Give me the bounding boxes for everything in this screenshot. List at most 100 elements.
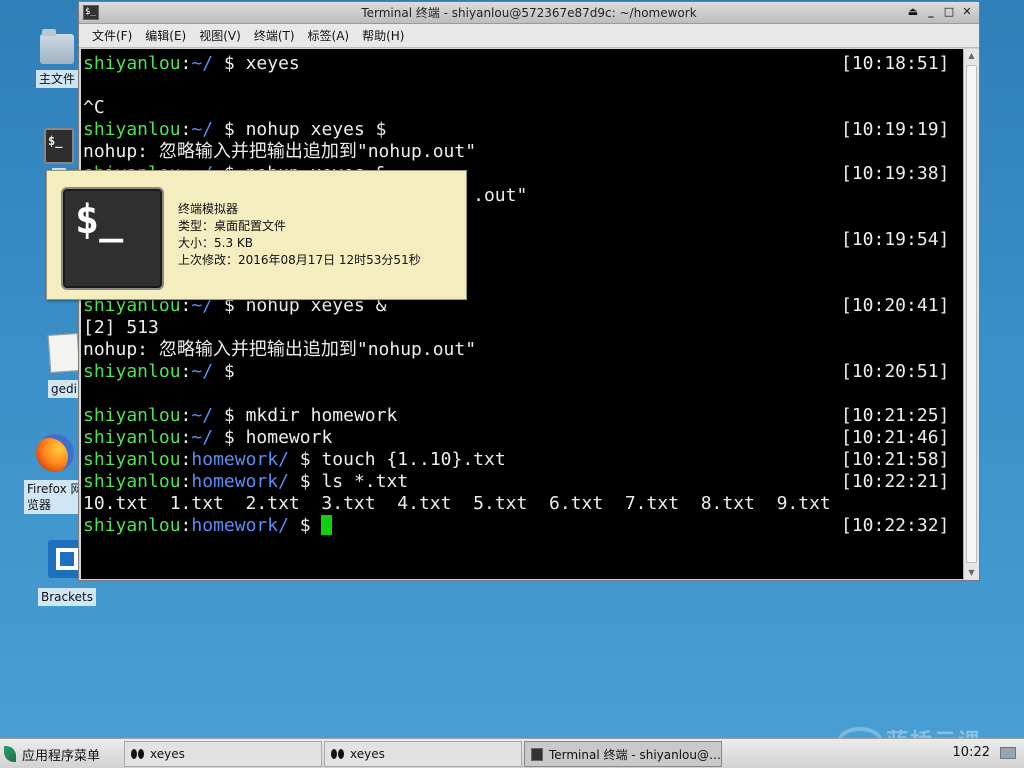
prompt-user: shiyanlou	[83, 361, 181, 382]
prompt-path: homework/	[191, 471, 289, 492]
prompt-path: ~/	[191, 53, 214, 74]
command-text: $	[288, 515, 322, 536]
timestamp: [10:21:58]	[841, 449, 950, 470]
terminal-line: ^C	[83, 97, 105, 119]
window-title: Terminal 终端 - shiyanlou@572367e87d9c: ~/…	[361, 6, 697, 20]
minimize-button[interactable]: _	[923, 4, 939, 20]
scrollbar[interactable]: ▲ ▼	[963, 49, 979, 580]
terminal-line: shiyanlou:~/ $ xeyes [10:18:51]	[83, 53, 949, 75]
prompt-separator: :	[180, 405, 192, 426]
close-button[interactable]: ✕	[959, 4, 975, 20]
prompt-user: shiyanlou	[83, 515, 181, 536]
text-cursor	[321, 515, 333, 535]
desktop-icon-gedit[interactable]: gedi	[47, 332, 81, 398]
taskbar-item-label: xeyes	[150, 747, 185, 761]
command-text: $ homework	[213, 427, 333, 448]
prompt-separator: :	[180, 471, 192, 492]
prompt-user: shiyanlou	[83, 427, 181, 448]
desktop-icon-firefox[interactable]: Firefox 网 览器	[24, 434, 86, 514]
menu-edit[interactable]: 编辑(E)	[140, 27, 194, 44]
gedit-icon	[47, 332, 81, 374]
output-text: [2] 513	[83, 317, 159, 338]
command-text: $	[213, 361, 235, 382]
desktop-icon-label: 主文件	[36, 70, 79, 88]
prompt-user: shiyanlou	[83, 449, 181, 470]
tooltip-name: 终端模拟器	[178, 202, 239, 216]
eyes-icon	[331, 749, 344, 759]
menu-tabs[interactable]: 标签(A)	[303, 27, 358, 44]
menu-help[interactable]: 帮助(H)	[357, 27, 412, 44]
terminal-large-icon: $_	[61, 187, 164, 290]
timestamp: [10:19:19]	[841, 119, 950, 140]
prompt-separator: :	[180, 515, 192, 536]
prompt-separator: :	[180, 427, 192, 448]
command-text: $ nohup xeyes $	[213, 119, 387, 140]
terminal-line: shiyanlou:~/ $ nohup xeyes $ [10:19:19]	[83, 119, 949, 141]
timestamp: [10:20:41]	[841, 295, 950, 316]
home-folder-icon	[40, 29, 74, 64]
output-text: 10.txt 1.txt 2.txt 3.txt 4.txt 5.txt 6.t…	[83, 493, 831, 514]
timestamp: [10:22:21]	[841, 471, 950, 492]
tooltip-modified: 上次修改：2016年08月17日 12时53分51秒	[178, 253, 421, 267]
command-text: $ xeyes	[213, 53, 300, 74]
scroll-thumb[interactable]	[966, 65, 977, 563]
file-info-tooltip: $_ 终端模拟器 类型：桌面配置文件 大小：5.3 KB 上次修改：2016年0…	[46, 170, 467, 300]
taskbar-item-terminal[interactable]: Terminal 终端 - shiyanlou@…	[524, 741, 722, 767]
app-menu-button[interactable]: 应用程序菜单	[4, 742, 100, 766]
prompt-user: shiyanlou	[83, 405, 181, 426]
prompt-user: shiyanlou	[83, 53, 181, 74]
timestamp: [10:18:51]	[841, 53, 950, 74]
taskbar-item-xeyes[interactable]: xeyes	[124, 741, 322, 767]
window-titlebar[interactable]: $_ Terminal 终端 - shiyanlou@572367e87d9c:…	[79, 2, 979, 24]
maximize-button[interactable]: □	[941, 4, 957, 20]
menu-view[interactable]: 视图(V)	[194, 27, 249, 44]
timestamp: [10:21:25]	[841, 405, 950, 426]
prompt-path: ~/	[191, 119, 214, 140]
output-text: nohup: 忽略输入并把输出追加到"nohup.out"	[83, 141, 477, 162]
prompt-user: shiyanlou	[83, 119, 181, 140]
prompt-user: shiyanlou	[83, 471, 181, 492]
prompt-separator: :	[180, 361, 192, 382]
terminal-line: nohup: 忽略输入并把输出追加到"nohup.out"	[83, 339, 476, 361]
command-text: $ touch {1..10}.txt	[288, 449, 506, 470]
app-menu-icon	[4, 746, 16, 762]
terminal-line: [2] 513	[83, 317, 159, 339]
scroll-down-arrow-icon[interactable]: ▼	[964, 566, 979, 580]
shade-button[interactable]: ⏏	[905, 4, 921, 20]
prompt-separator: :	[180, 53, 192, 74]
terminal-line: nohup: 忽略输入并把输出追加到"nohup.out"	[83, 141, 476, 163]
desktop-icon-label: Firefox 网 览器	[24, 480, 86, 514]
prompt-path: ~/	[191, 361, 214, 382]
timestamp: [10:21:46]	[841, 427, 950, 448]
tray-icon[interactable]	[1000, 747, 1016, 759]
taskbar: 应用程序菜单 xeyes xeyes Terminal 终端 - shiyanl…	[0, 738, 1024, 768]
clock[interactable]: 10:22	[953, 745, 990, 760]
prompt-path: ~/	[191, 427, 214, 448]
desktop-icon-label: gedi	[48, 380, 80, 398]
terminal-output[interactable]: shiyanlou:~/ $ xeyes [10:18:51] ^C shiyanlo…	[81, 49, 963, 579]
terminal-line: shiyanlou:~/ $ [10:20:51]	[83, 361, 949, 383]
terminal-app-icon[interactable]: $_	[83, 5, 99, 20]
prompt-separator: :	[180, 449, 192, 470]
taskbar-item-label: Terminal 终端 - shiyanlou@…	[548, 747, 721, 762]
terminal-line: shiyanlou:homework/ $ touch {1..10}.txt […	[83, 449, 949, 471]
prompt-path: homework/	[191, 515, 289, 536]
taskbar-item-xeyes[interactable]: xeyes	[324, 741, 522, 767]
eyes-icon	[131, 749, 144, 759]
firefox-icon	[35, 434, 74, 472]
timestamp: [10:19:54]	[841, 229, 950, 250]
prompt-path: ~/	[191, 405, 214, 426]
terminal-line: shiyanlou:~/ $ mkdir homework [10:21:25]	[83, 405, 949, 427]
terminal-line: shiyanlou:~/ $ homework [10:21:46]	[83, 427, 949, 449]
scroll-up-arrow-icon[interactable]: ▲	[964, 49, 979, 63]
command-text: $ ls *.txt	[288, 471, 409, 492]
prompt-separator: :	[180, 119, 192, 140]
terminal-line: shiyanlou:homework/ $ ls *.txt [10:22:21]	[83, 471, 949, 493]
menu-file[interactable]: 文件(F)	[87, 27, 140, 44]
desktop-icon-home[interactable]: 主文件	[36, 29, 79, 88]
menu-terminal[interactable]: 终端(T)	[249, 27, 303, 44]
timestamp: [10:22:32]	[841, 515, 950, 536]
timestamp: [10:19:38]	[841, 163, 950, 184]
terminal-icon: $_	[44, 128, 74, 164]
output-text: nohup: 忽略输入并把输出追加到"nohup.out"	[83, 339, 477, 360]
